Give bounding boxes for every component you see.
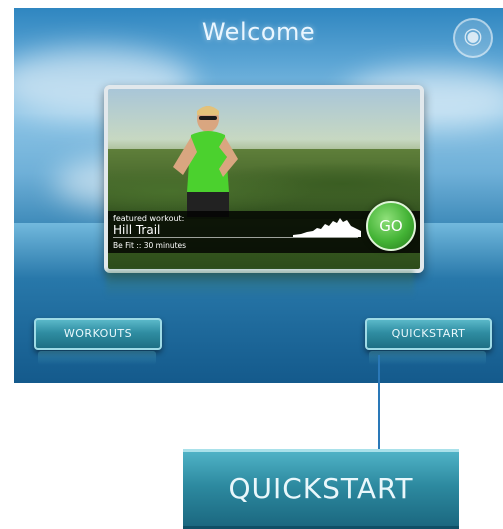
card-reflection: [106, 270, 414, 298]
workout-name: Hill Trail: [113, 223, 161, 237]
workout-duration: Be Fit :: 30 minutes: [113, 241, 187, 250]
divider: [113, 237, 358, 238]
button-reflection: [369, 351, 486, 365]
button-reflection: [38, 351, 156, 365]
go-button[interactable]: GO: [366, 201, 416, 251]
quickstart-button[interactable]: QUICKSTART: [365, 318, 492, 350]
workouts-button[interactable]: WORKOUTS: [34, 318, 162, 350]
elevation-profile-icon: [293, 218, 361, 237]
quickstart-zoom-callout: QUICKSTART: [183, 449, 459, 529]
treadmill-screen: Welcome ◉ featured workout: Hill Trail B…: [14, 8, 503, 383]
globe-logo-icon: ◉: [453, 18, 493, 58]
runner-photo: [173, 106, 238, 217]
welcome-title: Welcome: [201, 18, 316, 46]
callout-line: [378, 355, 380, 449]
featured-label: featured workout:: [113, 214, 185, 223]
featured-workout-card[interactable]: featured workout: Hill Trail Be Fit :: 3…: [104, 85, 424, 273]
